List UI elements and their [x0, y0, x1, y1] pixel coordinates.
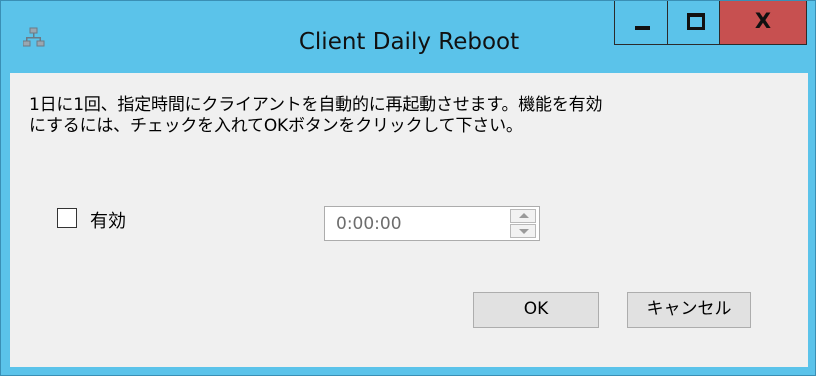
dialog-body: 1日に1回、指定時間にクライアントを自動的に再起動させます。機能を有効 にするに…: [10, 73, 808, 367]
title-bar[interactable]: Client Daily Reboot X: [1, 1, 816, 73]
description-line-1: 1日に1回、指定時間にクライアントを自動的に再起動させます。機能を有効: [29, 95, 603, 115]
cancel-button[interactable]: キャンセル: [627, 292, 751, 328]
close-icon: X: [754, 9, 772, 33]
chevron-down-icon: [519, 229, 529, 234]
maximize-button[interactable]: [667, 1, 720, 45]
time-picker-value: 0:00:00: [336, 214, 402, 234]
minimize-button[interactable]: [614, 1, 668, 45]
time-picker-spinner: [510, 209, 536, 238]
description-text: 1日に1回、指定時間にクライアントを自動的に再起動させます。機能を有効 にするに…: [29, 95, 789, 137]
close-button[interactable]: X: [719, 1, 807, 45]
minimize-icon: [635, 26, 650, 30]
ok-button[interactable]: OK: [473, 292, 599, 328]
enable-checkbox-label[interactable]: 有効: [90, 207, 126, 233]
spin-up-button[interactable]: [510, 209, 536, 223]
dialog-window: Client Daily Reboot X 1日に1回、指定時間にクライアントを…: [0, 0, 816, 376]
description-line-2: にするには、チェックを入れてOKボタンをクリックして下さい。: [29, 116, 523, 136]
spin-down-button[interactable]: [510, 224, 536, 238]
time-picker[interactable]: 0:00:00: [324, 206, 540, 241]
chevron-up-icon: [519, 213, 529, 218]
enable-checkbox[interactable]: [57, 208, 77, 228]
maximize-icon: [687, 13, 705, 30]
